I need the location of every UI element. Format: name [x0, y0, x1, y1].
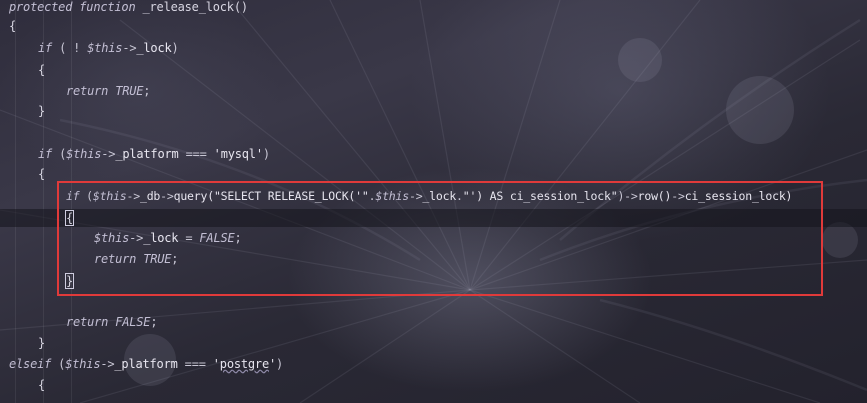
red-annotation-box	[57, 181, 823, 296]
code-line-17[interactable]: {	[38, 376, 45, 394]
code-line-7[interactable]: if ($this->_platform === 'mysql')	[38, 145, 270, 163]
code-line-16[interactable]: elseif ($this->_platform === 'postgre')	[9, 355, 283, 373]
property: _platform	[115, 147, 179, 161]
variable: $this	[87, 41, 123, 55]
keyword: if	[38, 147, 53, 161]
code-token: )	[276, 357, 284, 371]
code-line-5[interactable]: return TRUE;	[66, 82, 151, 100]
code-line-6[interactable]: }	[38, 102, 45, 120]
keyword: function	[79, 0, 136, 14]
code-line-2[interactable]: {	[9, 17, 16, 35]
open-brace: {	[38, 63, 46, 77]
constant: FALSE	[115, 315, 151, 329]
string-literal: '	[212, 357, 220, 371]
code-token: ===	[178, 147, 214, 161]
keyword: return	[66, 315, 109, 329]
code-token: )	[171, 41, 179, 55]
code-line-3[interactable]: if ( ! $this->_lock)	[38, 39, 179, 57]
property: _platform	[114, 357, 178, 371]
spellcheck-underlined-word: postgre	[219, 357, 269, 371]
code-line-1[interactable]: protected function _release_lock()	[9, 0, 248, 16]
keyword: elseif	[9, 357, 52, 371]
arrow-operator: ->	[101, 147, 116, 161]
open-brace: {	[38, 167, 46, 181]
code-token: ===	[177, 357, 213, 371]
code-line-15[interactable]: }	[38, 334, 45, 352]
code-token: (	[51, 357, 66, 371]
code-line-4[interactable]: {	[38, 61, 45, 79]
string-literal: 'mysql'	[213, 147, 263, 161]
open-brace: {	[38, 378, 46, 392]
close-brace: }	[38, 336, 46, 350]
code-token: )	[262, 147, 270, 161]
variable: $this	[66, 147, 102, 161]
keyword: protected	[9, 0, 73, 14]
code-token: ;	[143, 84, 151, 98]
code-editor[interactable]: protected function _release_lock() { if …	[0, 0, 867, 403]
variable: $this	[65, 357, 101, 371]
close-brace: }	[38, 104, 46, 118]
property: _lock	[136, 41, 172, 55]
code-token: (	[52, 147, 67, 161]
open-brace: {	[9, 19, 17, 33]
code-token: ( !	[52, 41, 88, 55]
constant: TRUE	[115, 84, 144, 98]
indent-guide	[15, 0, 16, 403]
code-token: ;	[150, 315, 158, 329]
arrow-operator: ->	[100, 357, 115, 371]
arrow-operator: ->	[122, 41, 137, 55]
keyword: if	[38, 41, 53, 55]
code-line-14[interactable]: return FALSE;	[66, 313, 158, 331]
keyword: return	[66, 84, 109, 98]
function-name: _release_lock()	[135, 0, 248, 14]
string-literal: '	[268, 357, 277, 371]
code-line-8[interactable]: {	[38, 165, 45, 183]
